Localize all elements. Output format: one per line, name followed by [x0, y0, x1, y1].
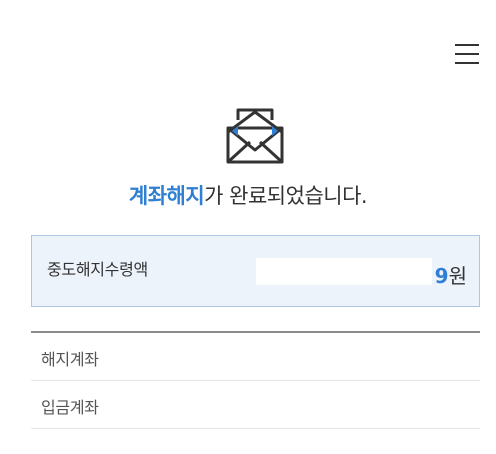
amount-unit: 원: [448, 264, 467, 288]
refund-amount-label: 중도해지수령액: [47, 260, 148, 279]
deposit-account-row: 입금계좌: [31, 381, 480, 429]
hamburger-menu-icon: [455, 44, 479, 46]
amount-visible-digit: 9: [434, 264, 449, 288]
completion-message-rest: 가 완료되었습니다.: [204, 184, 368, 208]
closed-account-label: 해지계좌: [41, 350, 99, 369]
masked-amount: [256, 258, 432, 285]
completion-message: 계좌해지가 완료되었습니다.: [0, 180, 496, 210]
completion-message-accent: 계좌해지: [128, 184, 205, 208]
closed-account-row: 해지계좌: [31, 333, 480, 381]
deposit-account-label: 입금계좌: [41, 398, 99, 417]
refund-amount-box: 중도해지수령액 9원: [31, 235, 480, 307]
open-envelope-icon: [224, 104, 288, 168]
menu-button[interactable]: [453, 41, 481, 67]
masked-closed-account: [293, 333, 473, 379]
masked-deposit-account: [293, 381, 473, 427]
refund-amount-value: 9원: [435, 260, 467, 289]
